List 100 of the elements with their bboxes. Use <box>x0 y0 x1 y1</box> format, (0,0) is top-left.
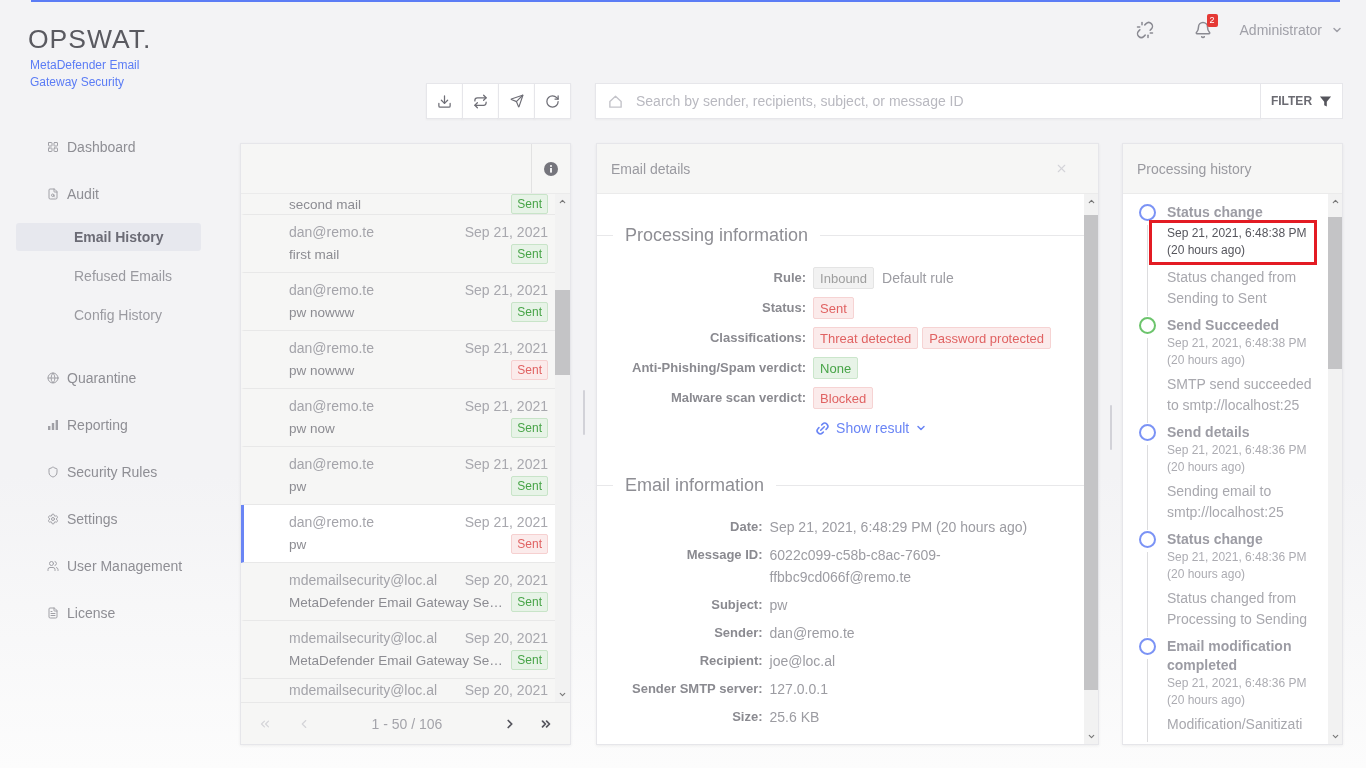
repeat-icon <box>473 93 488 109</box>
email-row[interactable]: mdemailsecurity@loc.al Sep 20, 2021 MetaDefender Email Gateway Se… Sent <box>241 621 555 679</box>
product-name: MetaDefender Email Gateway Security <box>30 57 141 91</box>
scrollbar[interactable] <box>555 194 570 702</box>
field-value: pw <box>769 596 788 615</box>
subject-text: second mail <box>289 196 362 212</box>
email-row[interactable]: dan@remo.te Sep 21, 2021 pw now Sent <box>241 389 555 447</box>
bell-icon[interactable] <box>1193 21 1212 39</box>
field-label: Classifications: <box>709 329 807 347</box>
search-input[interactable]: Search by sender, recipients, subject, or message ID <box>636 89 1246 113</box>
tag: Password protected <box>922 327 1052 349</box>
download-button[interactable] <box>426 83 463 119</box>
close-icon <box>1055 162 1068 175</box>
email-row[interactable]: mdemailsecurity@loc.al Sep 20, 2021 <box>241 679 555 701</box>
date-text: Sep 21, 2021 <box>464 340 548 356</box>
timestamp: Sep 21, 2021, 6:48:36 PM (20 hours ago) <box>1167 549 1308 583</box>
event-title: Email modification completed <box>1167 638 1292 673</box>
status-badge: Sent <box>511 476 548 496</box>
email-row[interactable]: dan@remo.te Sep 21, 2021 pw nowww Sent <box>241 273 555 331</box>
field-label: Malware scan verdict: <box>669 389 807 407</box>
sidebar-item[interactable]: Dashboard <box>0 123 240 171</box>
email-row[interactable]: dan@remo.te Sep 21, 2021 pw Sent <box>241 505 555 563</box>
field-value: 25.6 KB <box>769 708 820 727</box>
scrollbar-thumb[interactable] <box>1328 217 1342 369</box>
timestamp: Sep 21, 2021, 6:48:36 PM (20 hours ago) <box>1167 675 1308 709</box>
date-text: Sep 21, 2021 <box>464 456 548 472</box>
search-field[interactable]: Search by sender, recipients, subject, or message ID <box>595 83 1261 119</box>
filter-button[interactable]: FILTER <box>1260 83 1343 119</box>
status-badge: Sent <box>511 194 548 214</box>
sender-text: dan@remo.te <box>289 224 375 240</box>
status-badge: Sent <box>511 360 548 380</box>
field-label: Status: <box>761 299 807 317</box>
sender-text: mdemailsecurity@loc.al <box>289 630 438 646</box>
scroll-down-icon[interactable] <box>1086 732 1096 741</box>
tag: Sent <box>813 297 854 319</box>
globe-icon <box>47 372 59 384</box>
unlink-button[interactable] <box>1135 21 1154 39</box>
panel-title: Email details <box>611 160 691 177</box>
field-value: 127.0.0.1 <box>769 680 828 699</box>
date-text: Sep 21, 2021 <box>464 398 548 414</box>
timestamp: Sep 21, 2021, 6:48:38 PM (20 hours ago) <box>1167 335 1308 369</box>
scrollbar[interactable] <box>1328 194 1342 744</box>
sidebar-item[interactable]: Reporting <box>0 401 240 449</box>
user-menu-button[interactable]: Administrator <box>1239 22 1343 38</box>
sender-text: dan@remo.te <box>289 456 375 472</box>
section-heading: Processing information <box>625 224 809 246</box>
event-description: Status changed from Sending to Sent <box>1167 268 1298 308</box>
scrollbar-thumb[interactable] <box>555 290 570 375</box>
field-value: Sep 21, 2021, 6:48:29 PM (20 hours ago) <box>769 518 1028 537</box>
tag: Inbound <box>813 267 875 289</box>
scroll-up-icon[interactable] <box>1086 197 1096 206</box>
sidebar-subitem[interactable]: Config History <box>16 301 201 329</box>
sidebar-subitem[interactable]: Email History <box>16 223 201 251</box>
sender-text: dan@remo.te <box>289 282 375 298</box>
sidebar-item[interactable]: Audit <box>0 170 240 218</box>
scroll-up-icon[interactable] <box>558 197 567 206</box>
field-label: Date: <box>729 518 763 536</box>
send-button[interactable] <box>498 83 535 119</box>
field-label: Anti-Phishing/Spam verdict: <box>632 359 807 377</box>
funnel-icon <box>1319 94 1333 108</box>
subject-text: pw <box>289 536 307 552</box>
event-title: Send details <box>1167 424 1250 440</box>
sidebar-subitem[interactable]: Refused Emails <box>16 262 201 290</box>
refresh-button[interactable] <box>534 83 571 119</box>
resize-handle[interactable] <box>1109 405 1112 450</box>
unlink-icon <box>1135 21 1154 39</box>
subject-text: pw now <box>289 420 335 436</box>
grid-icon <box>47 141 59 153</box>
scroll-down-icon[interactable] <box>558 690 567 699</box>
document-icon <box>47 607 59 619</box>
status-badge: Sent <box>511 244 548 264</box>
sidebar-item[interactable]: Quarantine <box>0 354 240 402</box>
date-text: Sep 20, 2021 <box>464 682 548 698</box>
sidebar-item[interactable]: User Management <box>0 542 240 590</box>
sidebar-item[interactable]: Settings <box>0 495 240 543</box>
scroll-up-icon[interactable] <box>1330 197 1340 206</box>
sender-text: dan@remo.te <box>289 514 375 530</box>
resize-handle[interactable] <box>582 390 585 435</box>
status-badge: Sent <box>511 534 548 554</box>
sidebar-item[interactable]: License <box>0 589 240 637</box>
subject-text: MetaDefender Email Gateway Se… <box>289 652 503 668</box>
info-icon[interactable] <box>544 161 558 176</box>
scroll-down-icon[interactable] <box>1330 732 1340 741</box>
email-row[interactable]: dan@remo.te Sep 21, 2021 pw nowww Sent <box>241 331 555 389</box>
date-text: Sep 21, 2021 <box>464 282 548 298</box>
email-row[interactable]: dan@remo.te Sep 21, 2021 first mail Sent <box>241 215 555 273</box>
status-badge: Sent <box>511 418 548 438</box>
notification-badge: 2 <box>1206 14 1218 27</box>
show-result-link[interactable]: Show result <box>815 417 928 439</box>
send-icon <box>509 94 524 108</box>
email-row[interactable]: mdemailsecurity@loc.al Sep 20, 2021 MetaDefender Email Gateway Se… Sent <box>241 563 555 621</box>
field-value: Default rule <box>882 269 954 288</box>
sidebar-item[interactable]: Security Rules <box>0 448 240 496</box>
tag: None <box>813 357 859 379</box>
bar-chart-icon <box>47 419 59 431</box>
repeat-button[interactable] <box>462 83 499 119</box>
event-description: Status changed from Processing to Sending <box>1167 589 1309 629</box>
subject-text: pw nowww <box>289 362 355 378</box>
email-row[interactable]: second mail Sent <box>241 194 555 215</box>
panel-title: Processing history <box>1137 160 1252 177</box>
